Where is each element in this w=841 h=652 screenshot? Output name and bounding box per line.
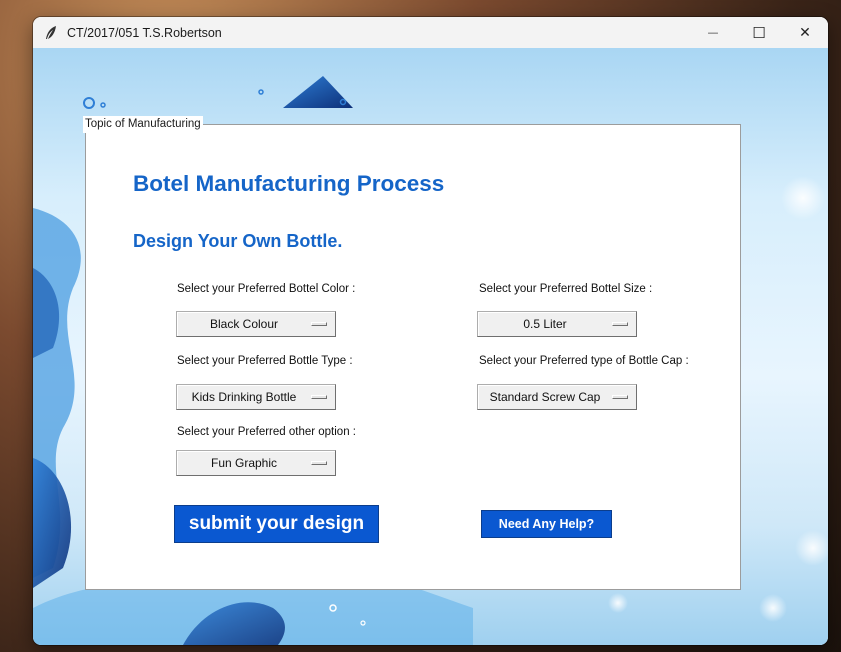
other-option-value: Fun Graphic [210,456,278,470]
page-title: Botel Manufacturing Process [133,171,445,196]
app-window: CT/2017/051 T.S.Robertson — ☐ ✕ Topic of… [33,17,828,645]
maximize-icon: ☐ [752,23,766,42]
client-area: Topic of Manufacturing Botel Manufacturi… [33,48,828,645]
bottle-color-label: Select your Preferred Bottel Color : [177,283,356,295]
chevron-down-icon [311,322,327,326]
chevron-down-icon [612,322,628,326]
other-option-dropdown[interactable]: Fun Graphic [176,450,336,476]
bottle-cap-dropdown[interactable]: Standard Screw Cap [477,384,637,410]
close-icon: ✕ [799,24,811,41]
close-button[interactable]: ✕ [782,17,828,48]
other-option-label: Select your Preferred other option : [177,426,356,438]
bottle-size-label: Select your Preferred Bottel Size : [479,283,653,295]
bottle-type-value: Kids Drinking Bottle [191,390,297,404]
bottle-cap-label: Select your Preferred type of Bottle Cap… [479,355,689,367]
minimize-icon: — [707,26,719,39]
frame-legend: Topic of Manufacturing [83,116,203,133]
bottle-size-value: 0.5 Liter [523,317,567,331]
minimize-button[interactable]: — [690,17,736,48]
chevron-down-icon [311,461,327,465]
bottle-color-value: Black Colour [209,317,279,331]
page-subtitle: Design Your Own Bottle. [133,231,343,251]
feather-icon [43,25,59,41]
bottle-color-dropdown[interactable]: Black Colour [176,311,336,337]
window-title: CT/2017/051 T.S.Robertson [67,25,222,40]
help-button[interactable]: Need Any Help? [481,510,612,538]
title-bar[interactable]: CT/2017/051 T.S.Robertson — ☐ ✕ [33,17,828,48]
bottle-type-dropdown[interactable]: Kids Drinking Bottle [176,384,336,410]
chevron-down-icon [311,395,327,399]
bottle-cap-value: Standard Screw Cap [489,390,601,404]
window-controls: — ☐ ✕ [690,17,828,48]
bottle-size-dropdown[interactable]: 0.5 Liter [477,311,637,337]
bottle-type-label: Select your Preferred Bottle Type : [177,355,353,367]
submit-design-button[interactable]: submit your design [174,505,379,543]
maximize-button[interactable]: ☐ [736,17,782,48]
chevron-down-icon [612,395,628,399]
